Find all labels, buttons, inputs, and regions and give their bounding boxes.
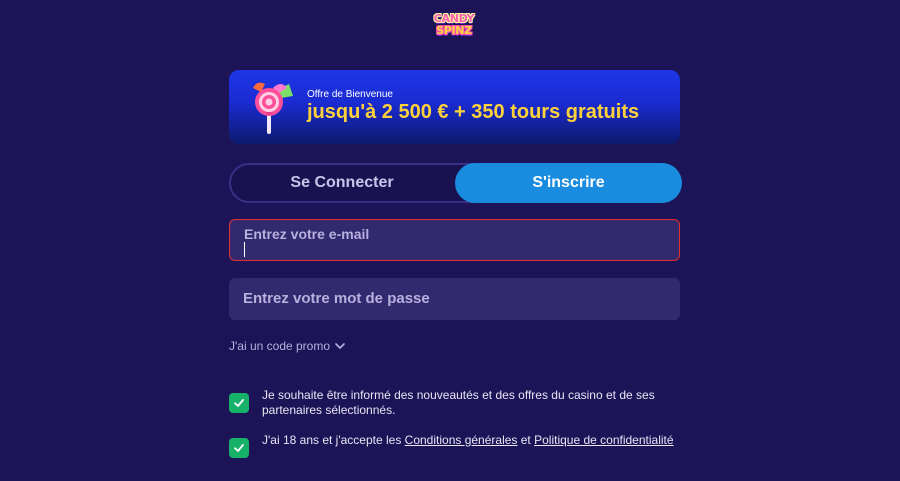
terms-consent-checkbox[interactable] [229,438,249,458]
offer-subtitle: Offre de Bienvenue [307,89,393,100]
text-cursor [244,242,245,257]
logo-word-2: SPINZ [436,23,472,37]
marketing-consent-text: Je souhaite être informé des nouveautés … [262,388,655,417]
brand-logo[interactable]: CANDY SPINZ [430,10,478,38]
promo-code-label: J'ai un code promo [229,339,331,353]
tab-signup[interactable]: S'inscrire [455,163,682,203]
terms-text-mid: et [517,433,535,447]
offer-headline: jusqu'à 2 500 € + 350 tours gratuits [307,101,640,123]
password-field[interactable]: Entrez votre mot de passe [229,278,680,320]
checkmark-icon [234,399,244,407]
email-field[interactable]: Entrez votre e-mail [229,219,680,261]
auth-tabs: Se Connecter S'inscrire [229,163,682,203]
email-placeholder: Entrez votre e-mail [244,226,370,242]
tab-login[interactable]: Se Connecter [229,163,455,203]
lollipop-candy-icon [253,82,293,134]
welcome-offer-banner: Offre de Bienvenue jusqu'à 2 500 € + 350… [229,70,680,144]
terms-link[interactable]: Conditions générales [405,433,518,447]
chevron-down-icon [335,343,345,349]
checkmark-icon [234,444,244,452]
signup-page: CANDY SPINZ Offre de Bienvenue jusqu'à 2… [0,0,900,481]
terms-consent-text: J'ai 18 ans et j'accepte les Conditions … [262,433,682,448]
privacy-policy-link[interactable]: Politique de confidentialité [534,433,673,447]
terms-text-prefix: J'ai 18 ans et j'accepte les [262,433,405,447]
promo-code-toggle[interactable]: J'ai un code promo [229,339,346,353]
logo-word-1: CANDY [433,11,475,25]
password-placeholder: Entrez votre mot de passe [243,290,430,307]
marketing-consent-checkbox[interactable] [229,393,249,413]
